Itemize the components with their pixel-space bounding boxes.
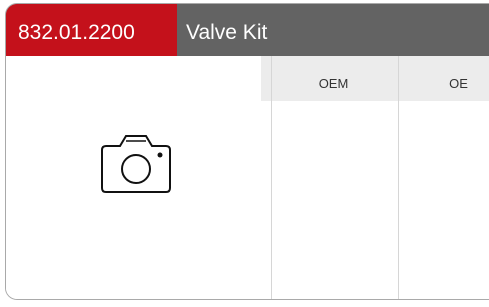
product-header: 832.01.2200 Valve Kit bbox=[6, 4, 489, 56]
product-card: 832.01.2200 Valve Kit OEM OE bbox=[5, 3, 489, 300]
product-image-placeholder bbox=[6, 56, 261, 299]
column-header-oem[interactable]: OEM bbox=[271, 56, 396, 101]
product-name: Valve Kit bbox=[186, 21, 268, 44]
table-header-row: OEM OE bbox=[261, 56, 489, 101]
column-divider bbox=[271, 56, 272, 299]
oem-reference-table: OEM OE bbox=[261, 56, 489, 299]
camera-icon bbox=[101, 135, 171, 193]
part-number: 832.01.2200 bbox=[6, 4, 177, 56]
column-divider bbox=[398, 56, 399, 299]
column-header-oe[interactable]: OE bbox=[396, 56, 489, 101]
